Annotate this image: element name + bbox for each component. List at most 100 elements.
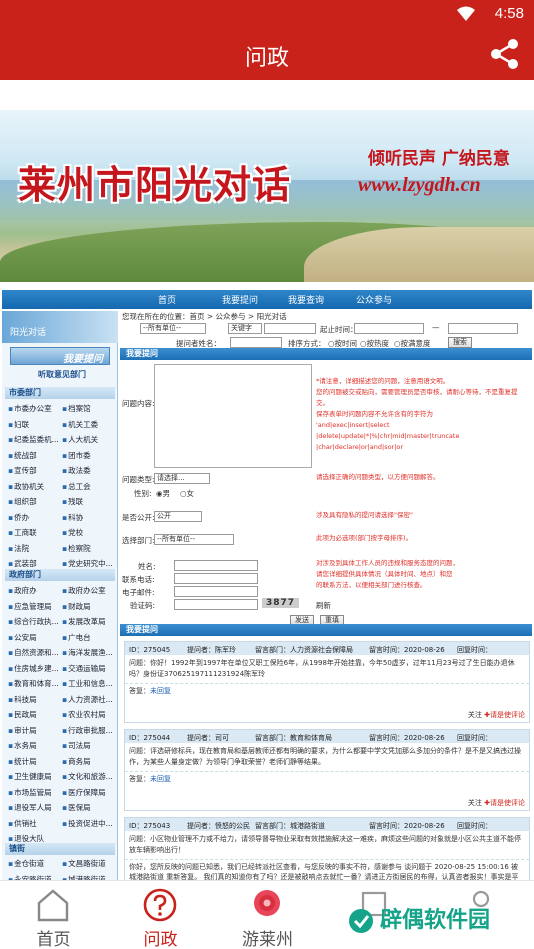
- sidebar-dept-link[interactable]: 文化和旅游...: [62, 769, 116, 785]
- tab-home[interactable]: 首页: [0, 881, 107, 949]
- sidebar-dept-link[interactable]: 纪委监委机...: [8, 432, 62, 448]
- sidebar-dept-link[interactable]: 永安路街道: [8, 872, 62, 881]
- sidebar-dept-link[interactable]: 广电台: [62, 630, 116, 646]
- sidebar-dept-link[interactable]: 政法委: [62, 463, 116, 479]
- sidebar-dept-link[interactable]: 医疗保障局: [62, 785, 116, 801]
- search-button[interactable]: 搜索: [448, 337, 472, 348]
- sidebar-dept-link[interactable]: 金仓街道: [8, 856, 62, 872]
- sidebar-dept-link[interactable]: 宣传部: [8, 463, 62, 479]
- sidebar-dept-link[interactable]: 城港路街道: [62, 872, 116, 881]
- sidebar-dept-link[interactable]: 农业农村局: [62, 707, 116, 723]
- sidebar-dept-link[interactable]: 医保局: [62, 800, 116, 816]
- evaluate-link[interactable]: ✚请是使评论: [484, 799, 525, 807]
- captcha-refresh[interactable]: 刷新: [316, 600, 331, 611]
- dept-select[interactable]: --所有单位--: [154, 534, 234, 545]
- sidebar-dept-link[interactable]: 残联: [62, 494, 116, 510]
- sidebar-dept-link[interactable]: 应急管理局: [8, 599, 62, 615]
- follow-link[interactable]: 关注: [468, 711, 482, 719]
- follow-link[interactable]: 关注: [468, 799, 482, 807]
- end-date-input[interactable]: [448, 323, 518, 334]
- ask-question-button[interactable]: 我要提问: [10, 347, 110, 365]
- sidebar-dept-link[interactable]: 行政审批服...: [62, 723, 116, 739]
- evaluate-link[interactable]: ✚请是使评论: [484, 711, 525, 719]
- sidebar-dept-link[interactable]: 市委办公室: [8, 401, 62, 417]
- name-label: 姓名:: [138, 562, 156, 571]
- name-input[interactable]: [174, 560, 258, 571]
- sidebar-dept-link[interactable]: 档案馆: [62, 401, 116, 417]
- entry-header: ID：275045 提问者：陈军玲 留言部门：人力资源社会保障局 留言时间：20…: [125, 642, 529, 655]
- asker-input[interactable]: [230, 337, 282, 348]
- ask-form: 问题内容: *请注意，详细描述您的问题，注意用语文明。 您的问题被交或贴向，需要…: [120, 358, 532, 630]
- keyword-select[interactable]: 关键字: [228, 323, 262, 334]
- sidebar-dept-link[interactable]: 教育和体育...: [8, 676, 62, 692]
- sidebar-dept-link[interactable]: 机关工委: [62, 417, 116, 433]
- nav-ask[interactable]: 我要提问: [222, 293, 258, 306]
- sidebar-dept-link[interactable]: 发展改革局: [62, 614, 116, 630]
- sidebar-dept-link[interactable]: 科技局: [8, 692, 62, 708]
- sidebar-dept-link[interactable]: 团市委: [62, 448, 116, 464]
- sidebar-dept-link[interactable]: 审计局: [8, 723, 62, 739]
- share-icon[interactable]: [490, 38, 520, 70]
- sidebar-dept-link[interactable]: 妇联: [8, 417, 62, 433]
- sidebar-dept-link[interactable]: 总工会: [62, 479, 116, 495]
- sidebar-dept-link[interactable]: 民政局: [8, 707, 62, 723]
- section-gov-depts: 政府部门: [5, 569, 115, 581]
- question-entry[interactable]: ID：275044 提问者：司可 留言部门：教育和体育局 留言时间：2020-0…: [124, 729, 530, 811]
- sidebar-dept-link[interactable]: 政协机关: [8, 479, 62, 495]
- sidebar-dept-link[interactable]: 住房城乡建...: [8, 661, 62, 677]
- question-entry[interactable]: ID：275045 提问者：陈军玲 留言部门：人力资源社会保障局 留言时间：20…: [124, 641, 530, 723]
- sidebar-dept-link[interactable]: 统计局: [8, 754, 62, 770]
- gender-male[interactable]: ◉男: [156, 488, 170, 499]
- tab-tour[interactable]: 游莱州: [214, 881, 321, 949]
- sidebar-dept-link[interactable]: 工业和信息...: [62, 676, 116, 692]
- dept-filter-select[interactable]: --所有单位--: [140, 323, 206, 334]
- sidebar-dept-link[interactable]: 人力资源社...: [62, 692, 116, 708]
- nav-participate[interactable]: 公众参与: [356, 293, 392, 306]
- nav-query[interactable]: 我要查询: [288, 293, 324, 306]
- sidebar-dept-link[interactable]: 检察院: [62, 541, 116, 557]
- email-label: 电子邮件:: [122, 588, 155, 597]
- sidebar-dept-link[interactable]: 法院: [8, 541, 62, 557]
- type-select[interactable]: 请选择...: [154, 473, 210, 484]
- flower-icon: [254, 890, 280, 916]
- sidebar-dept-link[interactable]: 工商联: [8, 525, 62, 541]
- sidebar-dept-link[interactable]: 退役军人局: [8, 800, 62, 816]
- sidebar-dept-link[interactable]: 市场监管局: [8, 785, 62, 801]
- gender-female[interactable]: ○女: [180, 488, 194, 499]
- email-input[interactable]: [174, 586, 258, 597]
- sidebar-dept-link[interactable]: 党校: [62, 525, 116, 541]
- start-time-label: 起止时间：: [320, 325, 358, 334]
- sidebar-dept-link[interactable]: 侨办: [8, 510, 62, 526]
- content-textarea[interactable]: [154, 364, 312, 468]
- sidebar-dept-link[interactable]: 卫生健康局: [8, 769, 62, 785]
- web-content[interactable]: 莱州市阳光对话 倾听民声 广纳民意 www.lzygdh.cn 首页 我要提问 …: [0, 80, 534, 880]
- phone-input[interactable]: [174, 573, 258, 584]
- sidebar-dept-link[interactable]: 人大机关: [62, 432, 116, 448]
- keyword-input[interactable]: [264, 323, 317, 334]
- sidebar-dept-link[interactable]: 投资促进中...: [62, 816, 116, 832]
- public-hint: 涉及具有隐私的提问请选择"保密": [316, 511, 413, 519]
- sidebar-dept-link[interactable]: 文昌路街道: [62, 856, 116, 872]
- sidebar-dept-link[interactable]: 商务局: [62, 754, 116, 770]
- captcha-input[interactable]: [174, 599, 258, 610]
- sidebar-dept-link[interactable]: 水务局: [8, 738, 62, 754]
- sidebar-dept-link[interactable]: 政府办公室: [62, 583, 116, 599]
- nav-home[interactable]: 首页: [158, 293, 176, 306]
- tab-wenzheng[interactable]: 问政: [107, 881, 214, 949]
- sidebar-dept-link[interactable]: 统战部: [8, 448, 62, 464]
- sidebar-dept-link[interactable]: 科协: [62, 510, 116, 526]
- sidebar-dept-link[interactable]: 自然资源和...: [8, 645, 62, 661]
- sidebar-dept-link[interactable]: 司法局: [62, 738, 116, 754]
- sidebar-dept-link[interactable]: 海洋发展渔...: [62, 645, 116, 661]
- start-date-input[interactable]: [354, 323, 424, 334]
- sidebar-dept-link[interactable]: 公安局: [8, 630, 62, 646]
- sidebar-dept-link[interactable]: 组织部: [8, 494, 62, 510]
- sidebar-dept-link[interactable]: 供销社: [8, 816, 62, 832]
- sidebar-dept-link[interactable]: 财政局: [62, 599, 116, 615]
- dept-hint: 此项为必选项(部门按字母排序)。: [316, 534, 413, 542]
- sidebar-dept-link[interactable]: 交通运输局: [62, 661, 116, 677]
- sidebar-dept-link[interactable]: 综合行政执...: [8, 614, 62, 630]
- sidebar-dept-link[interactable]: 政府办: [8, 583, 62, 599]
- question-entry[interactable]: ID：275043 提问者：愤怒的公民 留言部门：城港路街道 留言时间：2020…: [124, 817, 530, 880]
- public-select[interactable]: 公开: [154, 511, 202, 522]
